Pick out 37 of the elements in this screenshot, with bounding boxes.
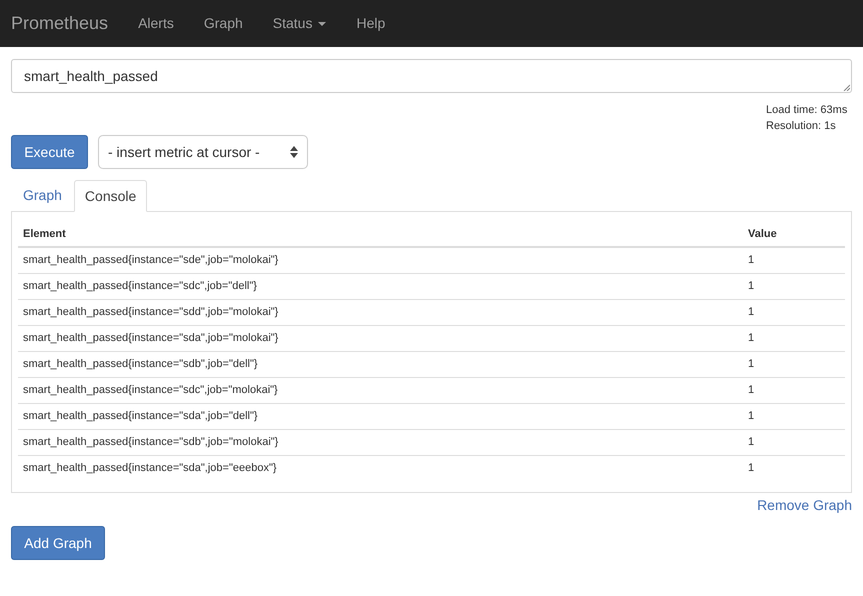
tab[interactable]: Console — [74, 180, 148, 212]
add-graph-button[interactable]: Add Graph — [11, 526, 105, 560]
table-cell: smart_health_passed{instance="sdc",job="molokai"} — [18, 377, 743, 403]
column-header: Value — [743, 222, 845, 247]
resize-handle-icon — [843, 84, 850, 91]
table-cell: 1 — [743, 429, 845, 455]
table-cell: 1 — [743, 325, 845, 351]
table-cell: 1 — [743, 351, 845, 377]
table-cell: 1 — [743, 299, 845, 325]
updown-arrows-icon — [290, 145, 298, 159]
table-cell: smart_health_passed{instance="sdc",job="dell"} — [18, 273, 743, 299]
table-cell: 1 — [743, 455, 845, 481]
table-cell: smart_health_passed{instance="sdb",job="molokai"} — [18, 429, 743, 455]
expression-field[interactable]: smart_health_passed — [11, 59, 852, 93]
table-cell: smart_health_passed{instance="sda",job="molokai"} — [18, 325, 743, 351]
caret-icon — [318, 22, 326, 26]
remove-graph-link[interactable]: Remove Graph — [757, 495, 852, 516]
table-cell: 1 — [743, 377, 845, 403]
table-cell: smart_health_passed{instance="sde",job="molokai"} — [18, 247, 743, 273]
column-header: Element — [18, 222, 743, 247]
table-cell: 1 — [743, 403, 845, 429]
table-cell: 1 — [743, 273, 845, 299]
table-cell: smart_health_passed{instance="sda",job="eeebox"} — [18, 455, 743, 481]
table-cell: smart_health_passed{instance="sdb",job="dell"} — [18, 351, 743, 377]
table-cell: smart_health_passed{instance="sda",job="dell"} — [18, 403, 743, 429]
tab[interactable]: Graph — [11, 180, 74, 211]
brand-link[interactable]: Prometheus — [11, 10, 108, 37]
execute-button[interactable]: Execute — [11, 135, 88, 169]
stats-text: Load time: 63ms — [766, 103, 848, 118]
stats-text: Resolution: 1s — [766, 119, 837, 134]
nav-link[interactable]: Help — [356, 13, 386, 34]
metric-select[interactable]: - insert metric at cursor - — [98, 135, 308, 169]
nav-link[interactable]: Graph — [204, 13, 243, 34]
nav-link[interactable]: Alerts — [138, 13, 174, 34]
table-cell: smart_health_passed{instance="sdd",job="molokai"} — [18, 299, 743, 325]
nav-link[interactable]: Status — [272, 13, 326, 34]
table-cell: 1 — [743, 247, 845, 273]
